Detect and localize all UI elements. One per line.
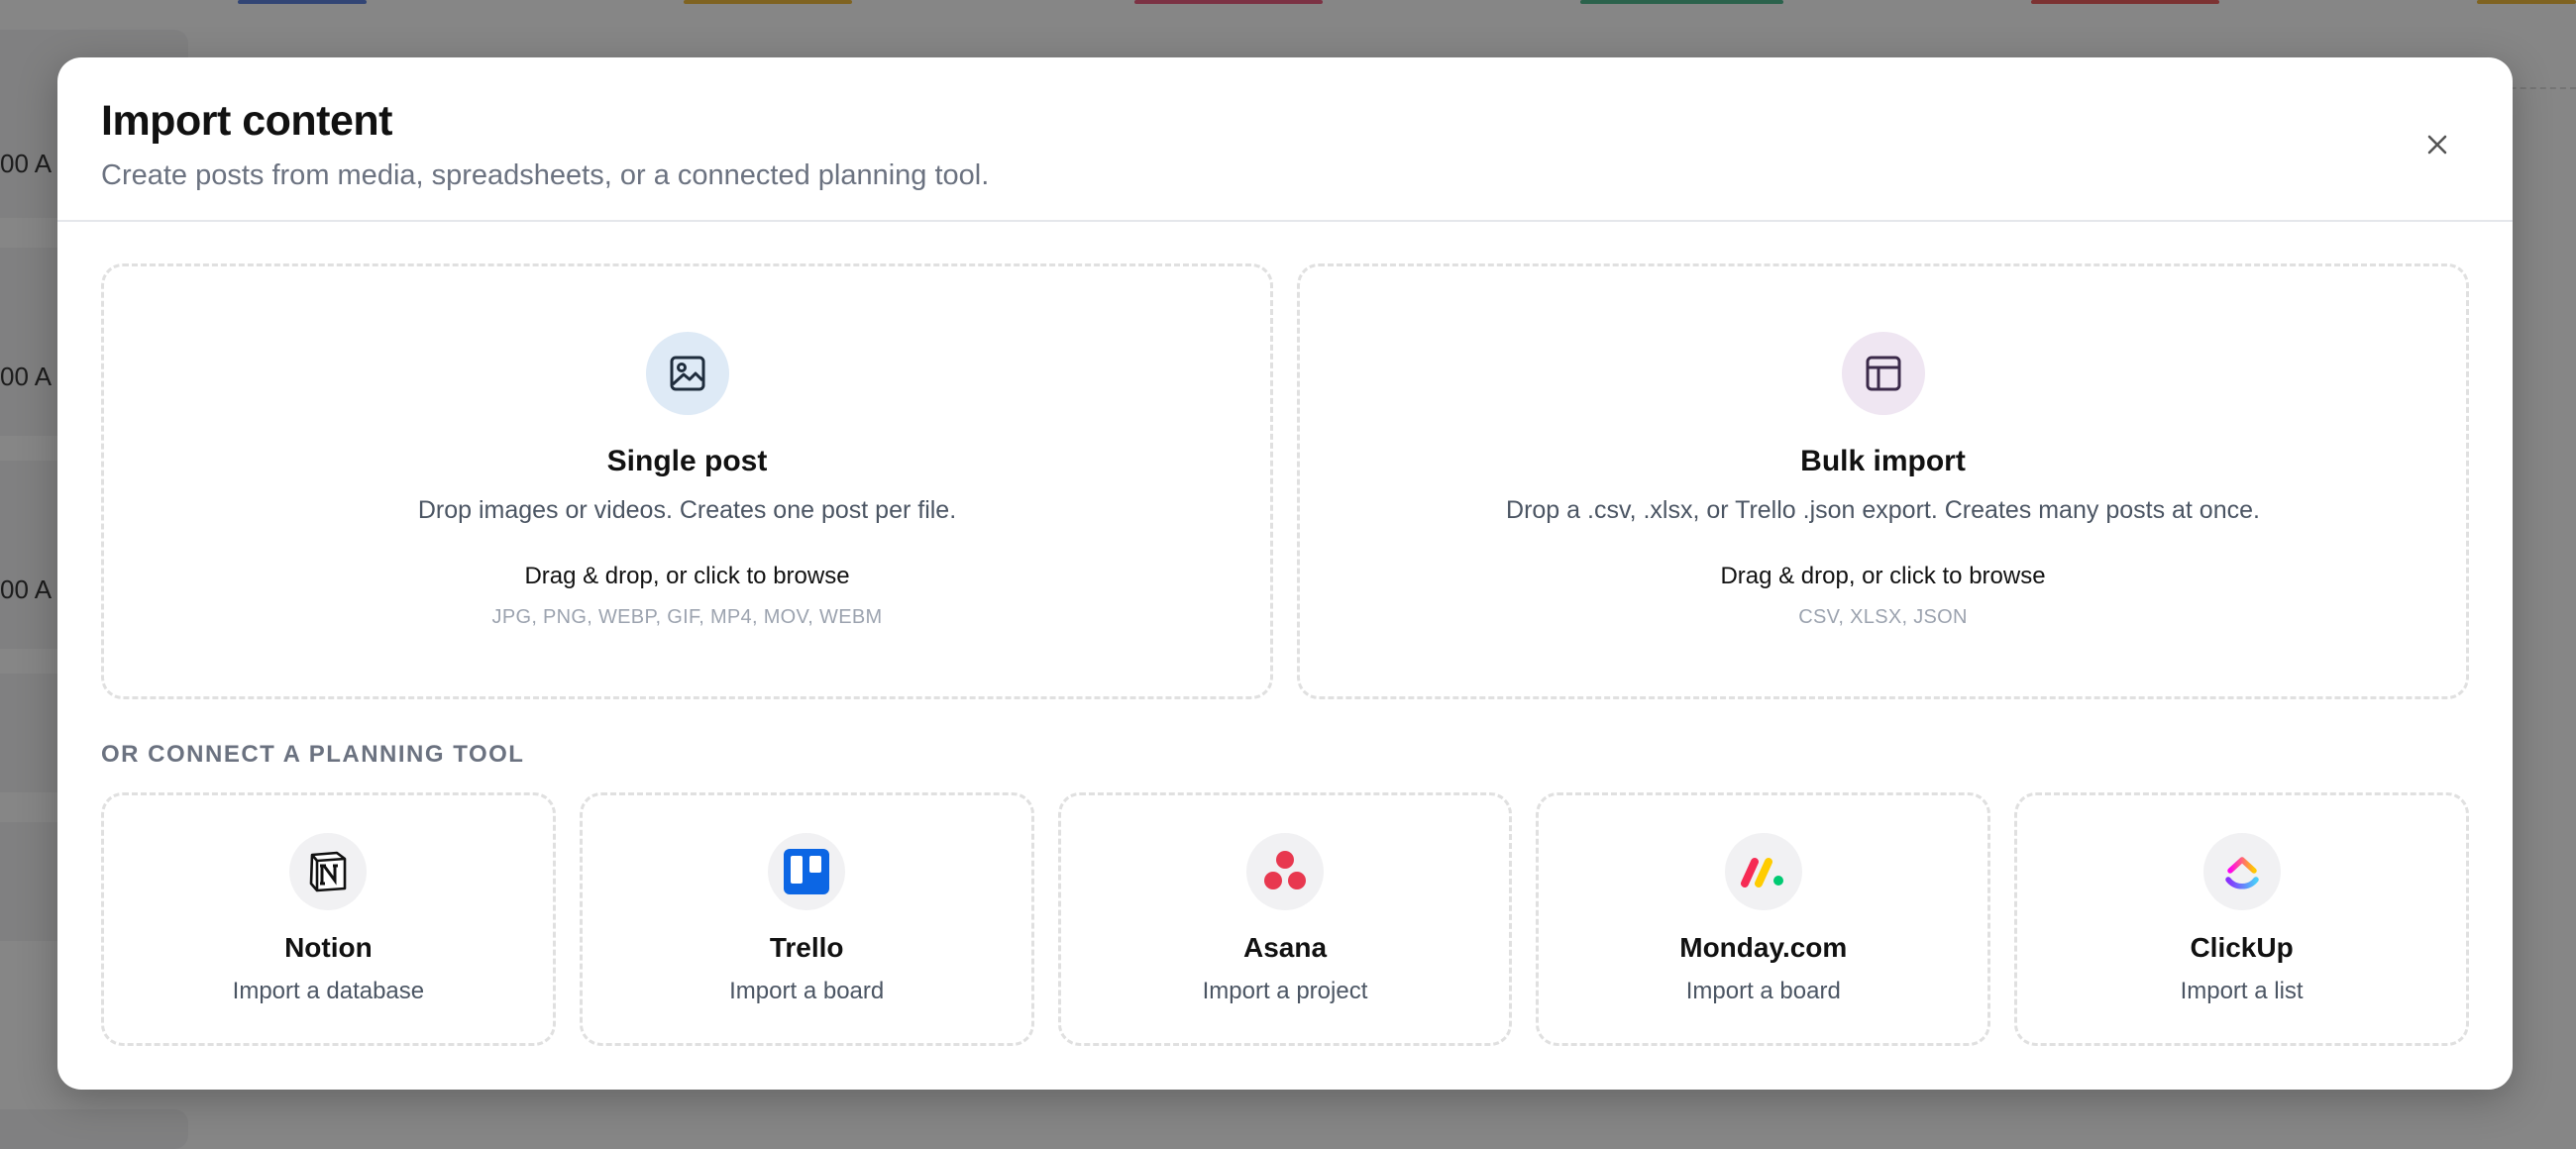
close-button[interactable] — [2419, 127, 2455, 162]
tools-section-label: OR CONNECT A PLANNING TOOL — [101, 741, 525, 768]
import-content-modal: Import content Create posts from media, … — [57, 57, 2513, 1090]
tool-name: Monday.com — [1679, 932, 1848, 963]
dropzone-title: Single post — [606, 445, 768, 477]
tool-description: Import a database — [232, 978, 425, 1004]
trello-icon — [784, 849, 830, 894]
planning-tools-row: Notion Import a database Trello Import a… — [101, 792, 2469, 1046]
clickup-icon — [2224, 857, 2259, 889]
notion-icon-badge — [289, 833, 368, 910]
notion-icon — [310, 851, 347, 892]
tool-description: Import a board — [1685, 978, 1841, 1004]
layout-icon — [1866, 356, 1900, 391]
dropzone-description: Drop images or videos. Creates one post … — [417, 496, 957, 524]
asana-icon — [1263, 851, 1306, 889]
image-icon — [670, 356, 704, 391]
tool-card-trello[interactable]: Trello Import a board — [579, 792, 1034, 1046]
dropzone-formats: CSV, XLSX, JSON — [1798, 606, 1968, 628]
tool-name: Trello — [769, 932, 844, 963]
tool-card-monday[interactable]: Monday.com Import a board — [1536, 792, 1991, 1046]
image-icon-badge — [645, 332, 729, 415]
tool-description: Import a project — [1202, 978, 1368, 1004]
tool-name: Asana — [1242, 932, 1328, 963]
asana-icon-badge — [1245, 833, 1324, 910]
tool-name: ClickUp — [2190, 932, 2294, 963]
tool-description: Import a list — [2180, 978, 2304, 1004]
modal-body: Single post Drop images or videos. Creat… — [57, 222, 2513, 1046]
clickup-icon-badge — [2202, 833, 2281, 910]
tool-description: Import a board — [729, 978, 885, 1004]
dropzone-action: Drag & drop, or click to browse — [1720, 563, 2046, 589]
modal-subtitle: Create posts from media, spreadsheets, o… — [101, 159, 990, 191]
monday-icon — [1740, 858, 1783, 888]
modal-title: Import content — [101, 97, 392, 145]
tool-card-clickup[interactable]: ClickUp Import a list — [2014, 792, 2469, 1046]
layout-icon-badge — [1841, 332, 1925, 415]
dropzone-description: Drop a .csv, .xlsx, or Trello .json expo… — [1506, 496, 2260, 524]
dropzone-title: Bulk import — [1800, 445, 1966, 477]
close-icon — [2427, 135, 2447, 155]
dropzone-action: Drag & drop, or click to browse — [524, 563, 850, 589]
monday-icon-badge — [1724, 833, 1802, 910]
tool-card-notion[interactable]: Notion Import a database — [101, 792, 556, 1046]
trello-icon-badge — [768, 833, 846, 910]
bulk-import-dropzone[interactable]: Bulk import Drop a .csv, .xlsx, or Trell… — [1297, 263, 2469, 699]
tool-name: Notion — [284, 932, 373, 963]
tool-card-asana[interactable]: Asana Import a project — [1057, 792, 1513, 1046]
single-post-dropzone[interactable]: Single post Drop images or videos. Creat… — [101, 263, 1273, 699]
modal-header: Import content Create posts from media, … — [57, 57, 2513, 222]
dropzone-formats: JPG, PNG, WEBP, GIF, MP4, MOV, WEBM — [491, 606, 883, 628]
drop-zone-row: Single post Drop images or videos. Creat… — [101, 263, 2469, 699]
